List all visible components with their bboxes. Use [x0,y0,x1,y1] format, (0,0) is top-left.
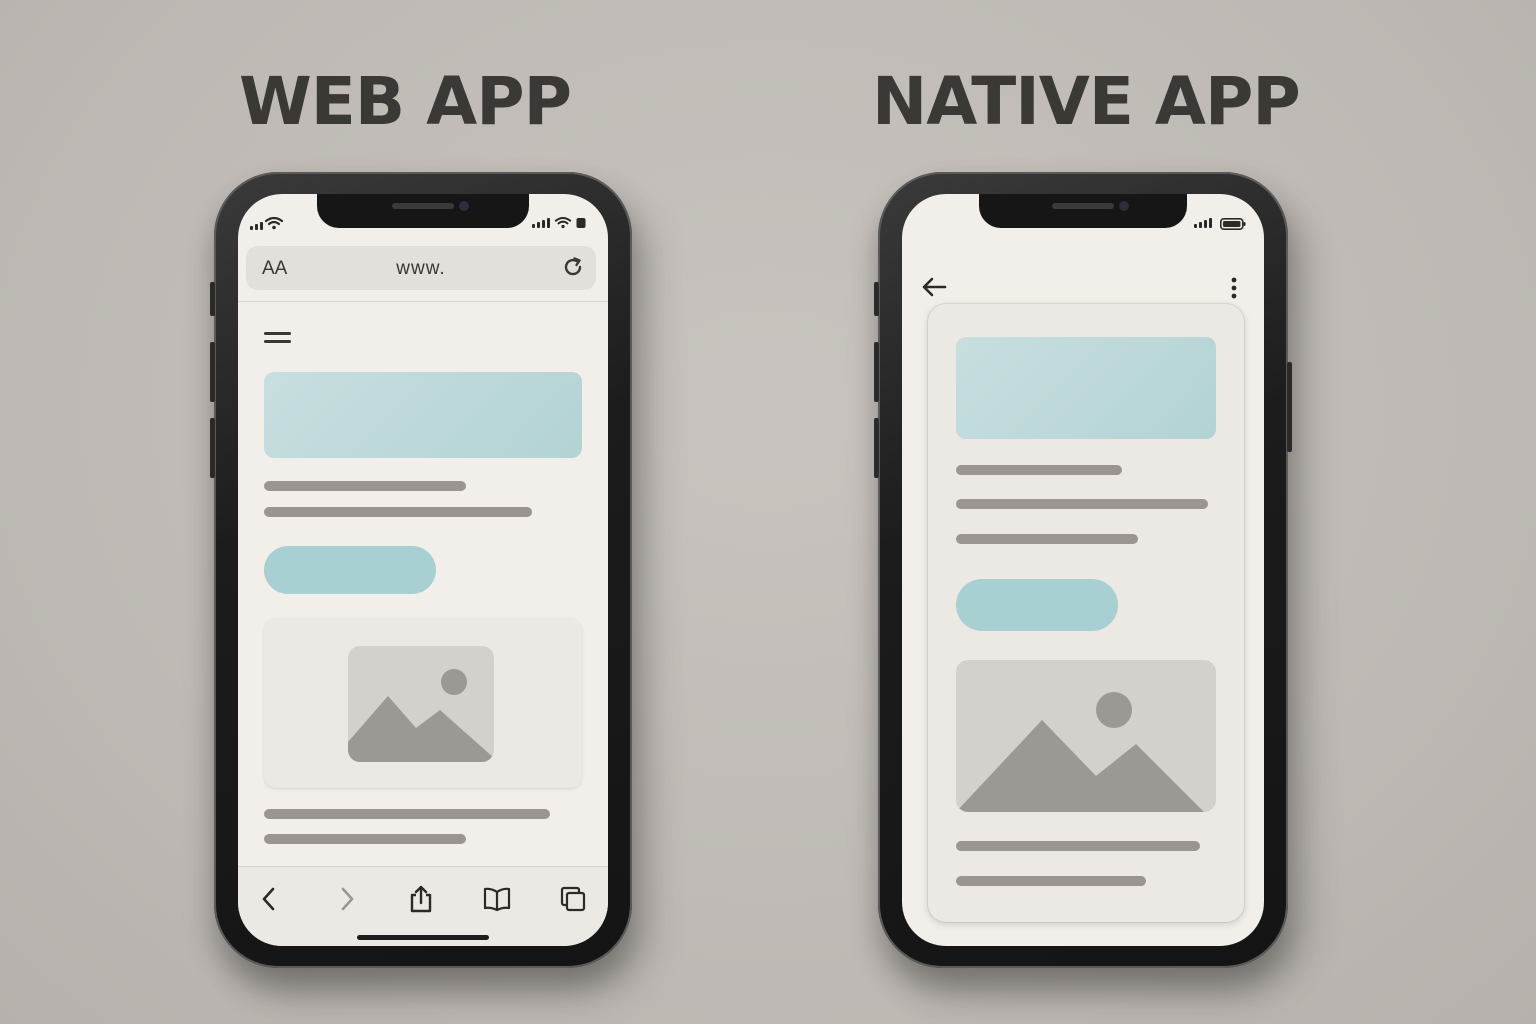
wifi-icon [264,216,284,230]
address-bar[interactable]: AA www. [246,246,596,290]
signal-icon [532,218,550,228]
toolbar-divider [238,866,608,867]
content-card [928,304,1244,922]
forward-button[interactable] [332,884,362,914]
image-placeholder-icon [348,669,494,762]
speaker [1052,203,1114,209]
volume-up-button [874,342,879,402]
forward-icon [341,887,354,911]
mute-switch [210,282,215,316]
image-placeholder [956,660,1216,812]
bookmarks-button[interactable] [482,884,512,914]
volume-down-button [874,418,879,478]
front-camera [459,201,469,211]
text-line [264,834,466,844]
front-camera [1119,201,1129,211]
image-placeholder-icon [956,692,1204,812]
wifi-icon [554,217,572,229]
more-options-icon[interactable] [1230,276,1238,300]
web-app-heading: WEB APP [239,63,572,140]
image-card [264,618,582,788]
back-button[interactable] [254,884,284,914]
browser-toolbar [238,866,608,946]
home-indicator [357,935,489,940]
reload-icon[interactable] [562,256,584,278]
text-line [264,481,466,491]
signal-icon [250,222,263,230]
notch [979,194,1187,228]
signal-icon [1194,218,1212,228]
text-line [956,499,1208,509]
volume-down-button [210,418,215,478]
hero-banner [264,372,582,458]
mute-switch [874,282,879,316]
text-line [264,507,532,517]
speaker [392,203,454,209]
back-icon [262,887,275,911]
volume-up-button [210,342,215,402]
url-text[interactable]: www. [246,258,596,280]
image-placeholder [348,646,494,762]
native-app-heading: NATIVE APP [872,63,1301,140]
web-app-screen: AA www. [238,194,608,946]
hero-banner [956,337,1216,439]
back-arrow-icon[interactable] [920,276,948,298]
web-app-phone: AA www. [210,172,632,968]
text-line [956,534,1138,544]
native-app-phone [874,172,1292,968]
share-icon [410,885,432,913]
tabs-button[interactable] [558,884,588,914]
browser-divider [238,301,608,302]
text-line [956,841,1200,851]
bookmarks-icon [483,887,511,912]
text-line [956,465,1122,475]
notch [317,194,529,228]
menu-icon[interactable] [264,330,292,346]
primary-button[interactable] [264,546,436,594]
text-line [956,876,1146,886]
primary-button[interactable] [956,579,1118,631]
share-button[interactable] [406,884,436,914]
battery-icon [576,218,586,228]
tabs-icon [560,886,586,912]
text-line [264,809,550,819]
battery-icon [1220,218,1246,230]
native-app-screen [902,194,1264,946]
power-button [1287,362,1292,452]
